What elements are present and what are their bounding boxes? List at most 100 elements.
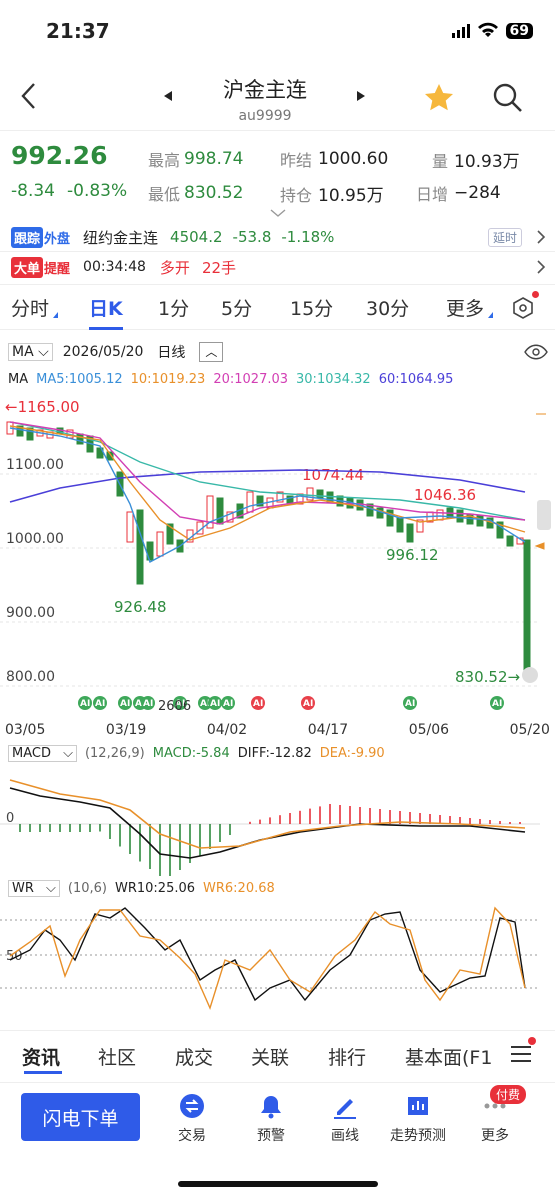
kline-chart[interactable]: 1100.00 1000.00 900.00 800.00 ←1165.00 1… — [0, 392, 555, 717]
search-icon[interactable] — [492, 82, 524, 114]
status-bar: 21:37 69 — [0, 0, 555, 62]
low-label: 最低 — [148, 185, 181, 204]
wr-legend: WR ⌵ (10,6) WR10:25.06 WR6:20.68 — [8, 880, 548, 897]
x-label: 03/05 — [5, 722, 46, 738]
macd-chart: 0 — [0, 779, 540, 876]
wr-select[interactable]: WR ⌵ — [8, 880, 60, 897]
tab-timeshare[interactable]: 分时 — [11, 294, 49, 321]
candle — [246, 491, 254, 513]
star-icon[interactable] — [423, 82, 455, 112]
chart-period: 日线 — [157, 345, 186, 361]
menu-icon[interactable] — [510, 1045, 532, 1063]
tab-fundamentals[interactable]: 基本面(F1 — [405, 1043, 495, 1070]
nav-draw[interactable]: 画线 — [331, 1093, 359, 1145]
indicator-select[interactable]: MA ⌵ — [8, 343, 53, 361]
candle — [136, 509, 144, 585]
last-price: 992.26 — [11, 141, 108, 170]
mid-date-label: 2606 — [158, 699, 191, 714]
trade-icon — [180, 1094, 204, 1118]
alert-badge: 提醒 — [44, 261, 71, 277]
side-drawer-handle[interactable] — [537, 500, 551, 530]
reset-icon[interactable] — [522, 667, 538, 683]
volume-value: 10.93万 — [454, 152, 520, 172]
macd-params: (12,26,9) — [84, 746, 145, 761]
dropdown-corner-icon — [488, 312, 493, 318]
nav-alert[interactable]: 预警 — [257, 1093, 285, 1145]
ai-marker-label: AI — [210, 699, 220, 709]
high2-label: 1046.36 — [414, 486, 476, 504]
ai-marker-label: AI — [120, 699, 130, 709]
ma60-value: 60:1064.95 — [378, 372, 454, 387]
eye-icon[interactable] — [524, 344, 548, 360]
ai-marker-label: AI — [95, 699, 105, 709]
tab-30min[interactable]: 30分 — [366, 294, 409, 321]
x-label: 04/17 — [307, 722, 349, 738]
battery-icon: 69 — [505, 23, 533, 39]
prev-settle-label: 昨结 — [280, 151, 313, 170]
ai-marker-label: AI — [492, 699, 502, 709]
candle — [506, 535, 514, 547]
header: 沪金主连 au9999 — [0, 62, 555, 128]
nav-trade[interactable]: 交易 — [178, 1093, 206, 1145]
dea-value: DEA:-9.90 — [319, 746, 385, 761]
chart-date: 2026/05/20 — [62, 344, 144, 360]
ma30-value: 30:1034.32 — [296, 372, 371, 387]
tab-related[interactable]: 关联 — [251, 1043, 289, 1070]
ma-legend: MA MA5:1005.12 10:1019.23 20:1027.03 30:… — [8, 372, 548, 387]
ma5-value: MA5:1005.12 — [36, 372, 123, 387]
x-label: 05/20 — [509, 722, 550, 738]
tab-news[interactable]: 资讯 — [22, 1043, 60, 1070]
max-label: ←1165.00 — [5, 398, 80, 416]
track-change: -53.8 — [232, 228, 272, 246]
alert-type: 多开 — [159, 258, 190, 277]
tab-daily-k[interactable]: 日K — [89, 294, 123, 330]
wr6-value: WR6:20.68 — [203, 881, 275, 896]
macd-select[interactable]: MACD ⌵ — [8, 745, 77, 762]
wifi-icon — [477, 19, 498, 43]
ma10-value: 10:1019.23 — [130, 372, 206, 387]
tab-15min[interactable]: 15分 — [290, 294, 333, 321]
high-value: 998.74 — [184, 149, 244, 169]
overseas-track-row[interactable]: 跟踪 外盘 纽约金主连 4504.2 -53.8 -1.18% 延时 — [11, 224, 546, 250]
tab-1min[interactable]: 1分 — [158, 294, 189, 321]
tab-trades[interactable]: 成交 — [175, 1043, 213, 1070]
tab-ranking[interactable]: 排行 — [328, 1043, 366, 1070]
ai-marker-label: AI — [253, 699, 263, 709]
big-order-alert-row[interactable]: 大单 提醒 00:34:48 多开 22手 — [11, 254, 546, 280]
daily-inc-label: 日增 — [416, 185, 449, 204]
ma20-value: 20:1027.03 — [213, 372, 289, 387]
volume-label: 量 — [432, 151, 449, 171]
status-time: 21:37 — [46, 19, 110, 43]
wr-50-label: 50 — [6, 949, 23, 964]
dropdown-corner-icon — [53, 312, 58, 318]
chart-toolbar: MA ⌵ 2026/05/20 日线 ︿ — [8, 340, 548, 364]
tab-community[interactable]: 社区 — [98, 1043, 136, 1070]
nav-forecast[interactable]: 走势预测 — [390, 1093, 446, 1145]
next-contract-icon[interactable] — [356, 90, 366, 102]
wr-name: WR — [12, 881, 34, 896]
low2-label: 996.12 — [386, 546, 439, 564]
expand-chevron-icon[interactable] — [270, 209, 286, 217]
settings-hexagon-icon[interactable] — [511, 296, 535, 320]
quote-panel: 992.26 -8.34 -0.83% 最高 998.74 最低 830.52 昨结… — [0, 130, 555, 222]
collapse-toggle[interactable]: ︿ — [199, 342, 224, 362]
flash-order-button[interactable]: 闪电下单 — [21, 1093, 140, 1141]
ai-marker-label: AI — [143, 699, 153, 709]
nav-alert-label: 预警 — [257, 1128, 285, 1144]
low-value: 830.52 — [184, 183, 244, 203]
paid-badge: 付费 — [490, 1085, 527, 1104]
prev-contract-icon[interactable] — [163, 90, 173, 102]
bottom-nav: 闪电下单 交易 预警 画线 走势预测 更多 付费 — [0, 1082, 555, 1200]
tab-5min[interactable]: 5分 — [221, 294, 252, 321]
prev-settle-value: 1000.60 — [318, 149, 389, 169]
delay-badge: 延时 — [487, 227, 522, 247]
track-badge: 跟踪 — [11, 226, 44, 248]
home-indicator — [178, 1181, 378, 1187]
tab-more[interactable]: 更多 — [446, 294, 484, 321]
ai-marker-label: AI — [303, 699, 313, 709]
page-title: 沪金主连 — [223, 78, 307, 102]
y-label-1000: 1000.00 — [6, 531, 64, 547]
back-icon[interactable] — [20, 82, 38, 110]
macd-name: MACD — [12, 746, 51, 761]
indicator-label: MA — [12, 344, 34, 360]
